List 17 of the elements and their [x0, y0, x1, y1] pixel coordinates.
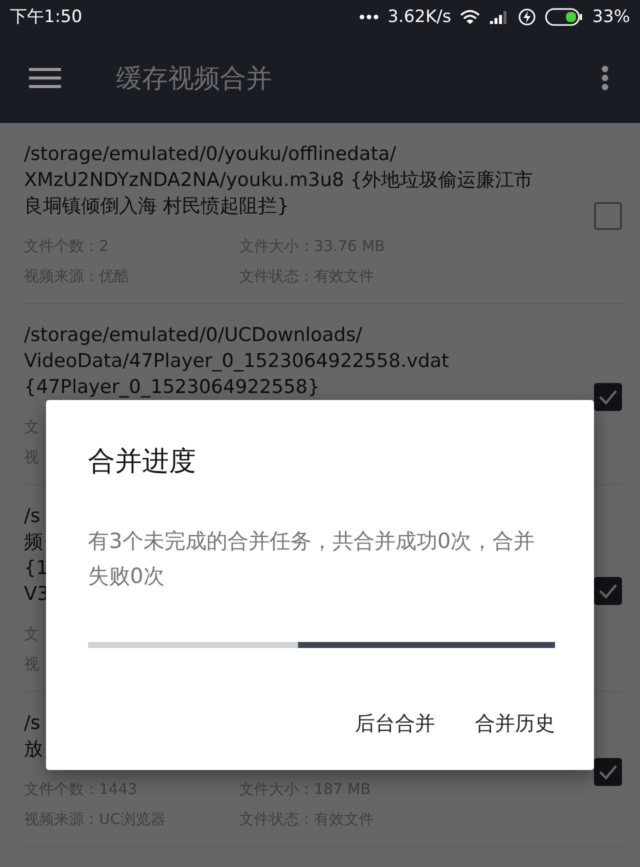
dialog-message: 有3个未完成的合并任务，共合并成功0次，合并失败0次 [88, 528, 536, 590]
file-path: /s [24, 711, 40, 736]
file-path: /storage/emulated/0/youku/offlinedata/ [24, 142, 396, 167]
file-path: XMzU2NDYzNDA2NA/youku.m3u8 {外地垃圾偷运廉江市 [24, 168, 534, 193]
file-path: /s [24, 504, 40, 529]
file-path: 良垌镇倾倒入海 村民愤起阻拦} [24, 194, 290, 219]
file-path: 放 [24, 737, 43, 762]
status-time: 下午1:50 [10, 6, 82, 28]
file-path: VideoData/47Player_0_1523064922558.vdat [24, 349, 449, 374]
file-path: 频 [24, 530, 43, 555]
network-speed: 3.62K/s [388, 6, 452, 26]
toolbar-title: 缓存视频合并 [116, 62, 272, 96]
file-path: /storage/emulated/0/UCDownloads/ [24, 323, 362, 348]
file-path: {47Player_0_1523064922558} [24, 375, 320, 400]
battery-percent: 33% [592, 6, 630, 26]
file-path: {1 [24, 556, 48, 581]
dialog-title: 合并进度 [88, 445, 197, 479]
